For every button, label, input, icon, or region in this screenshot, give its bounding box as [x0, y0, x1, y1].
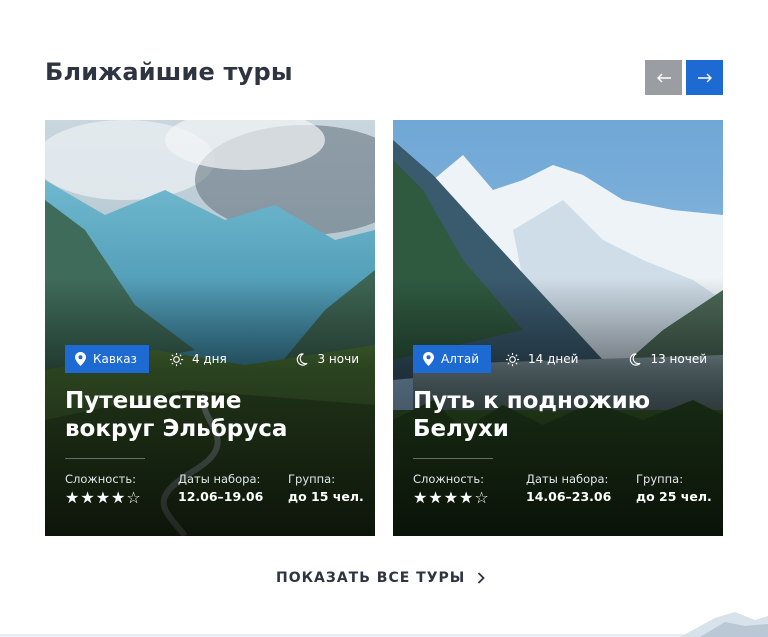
tour-nights: 3 ночи: [294, 352, 359, 367]
location-pin-icon: [75, 352, 86, 366]
region-badge[interactable]: Алтай: [413, 345, 492, 373]
difficulty-stars: ★★★★☆: [413, 488, 490, 507]
moon-icon: [297, 352, 309, 366]
tour-title[interactable]: Путешествие вокруг Эльбруса: [65, 387, 359, 443]
group-value: до 15 чел.: [288, 489, 364, 504]
nights-value: 13 ночей: [650, 352, 707, 366]
difficulty-label: Сложность:: [413, 472, 485, 486]
arrow-right-icon: [697, 73, 712, 82]
divider: [413, 458, 493, 459]
tour-title-line-2: вокруг Эльбруса: [65, 416, 288, 442]
difficulty-block: Сложность: ★★★★☆: [65, 472, 142, 506]
dates-value: 12.06–19.06: [178, 489, 264, 504]
show-all-tours-link[interactable]: ПОКАЗАТЬ ВСЕ ТУРЫ: [276, 570, 486, 586]
prev-slide-button[interactable]: [645, 60, 682, 95]
tour-days: 14 дней: [505, 352, 578, 367]
dates-block: Даты набора: 12.06–19.06: [178, 472, 263, 504]
tour-nights: 13 ночей: [627, 352, 707, 367]
region-label: Алтай: [441, 352, 480, 366]
next-slide-button[interactable]: [686, 60, 723, 95]
region-label: Кавказ: [93, 352, 137, 366]
days-value: 14 дней: [528, 352, 579, 366]
dates-label: Даты набора:: [526, 472, 609, 486]
chevron-right-icon: [478, 572, 486, 584]
difficulty-block: Сложность: ★★★★☆: [413, 472, 490, 506]
group-value: до 25 чел.: [636, 489, 712, 504]
difficulty-stars: ★★★★☆: [65, 488, 142, 507]
days-value: 4 дня: [191, 352, 227, 366]
tour-days: 4 дня: [169, 352, 227, 367]
dates-value: 14.06–23.06: [526, 489, 612, 504]
tour-meta-row: Кавказ 4 дня 3 ночи: [65, 345, 359, 373]
group-label: Группа:: [636, 472, 684, 486]
tour-title-line-2: Белухи: [413, 416, 509, 442]
tour-title-line-1: Путь к подножию: [413, 388, 651, 414]
mountain-decoration: [0, 612, 768, 637]
location-pin-icon: [423, 352, 434, 366]
divider: [65, 458, 145, 459]
difficulty-label: Сложность:: [65, 472, 137, 486]
tour-card-belukha[interactable]: Алтай 14 дней 13 ночей Путь к подножию Б…: [393, 120, 723, 536]
nights-value: 3 ночи: [317, 352, 359, 366]
sun-icon: [505, 352, 520, 366]
group-block: Группа: до 25 чел.: [636, 472, 712, 504]
section-title: Ближайшие туры: [45, 58, 293, 86]
tour-meta-row: Алтай 14 дней 13 ночей: [413, 345, 707, 373]
tour-title[interactable]: Путь к подножию Белухи: [413, 387, 707, 443]
dates-label: Даты набора:: [178, 472, 261, 486]
group-label: Группа:: [288, 472, 336, 486]
group-block: Группа: до 15 чел.: [288, 472, 364, 504]
tour-title-line-1: Путешествие: [65, 388, 242, 414]
tour-card-elbrus[interactable]: Кавказ 4 дня 3 ночи Путешествие вокруг Э…: [45, 120, 375, 536]
show-all-label: ПОКАЗАТЬ ВСЕ ТУРЫ: [276, 570, 466, 586]
region-badge[interactable]: Кавказ: [65, 345, 149, 373]
arrow-left-icon: [656, 73, 671, 82]
dates-block: Даты набора: 14.06–23.06: [526, 472, 611, 504]
sun-icon: [169, 352, 183, 366]
moon-icon: [630, 352, 641, 366]
